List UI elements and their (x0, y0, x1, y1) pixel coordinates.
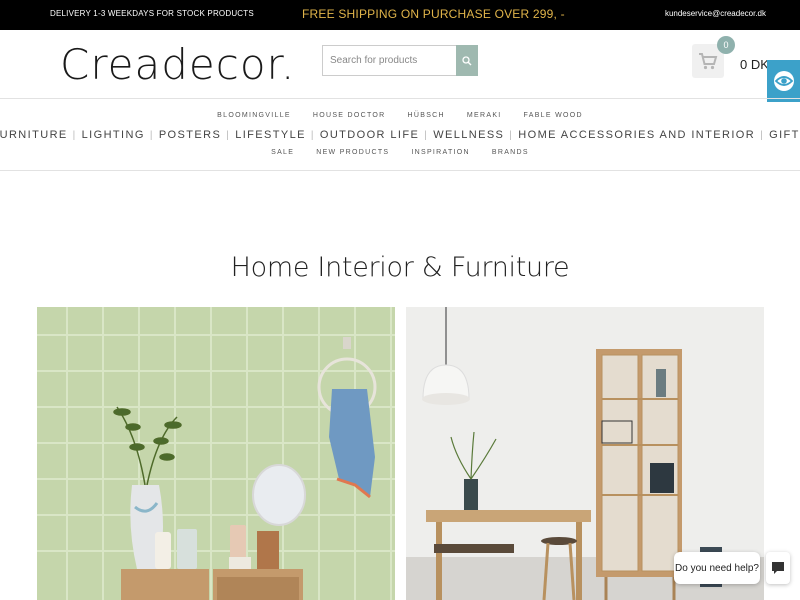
nav-gifts[interactable]: GIFTS (769, 129, 800, 141)
brands-nav: BLOOMINGVILLE HOUSE DOCTOR HÜBSCH MERAKI… (0, 112, 800, 119)
page-title: Home Interior & Furniture (230, 252, 570, 283)
site-logo[interactable]: Creadecor. (60, 40, 295, 89)
nav-brand-meraki[interactable]: MERAKI (467, 112, 502, 119)
nav-brand-hubsch[interactable]: HÜBSCH (408, 112, 445, 119)
nav-furniture[interactable]: FURNITURE (0, 129, 68, 141)
nav-posters[interactable]: POSTERS (159, 129, 221, 141)
nav-brand-bloomingville[interactable]: BLOOMINGVILLE (217, 112, 291, 119)
nav-separator: | (149, 129, 154, 141)
nav-wellness[interactable]: WELLNESS (433, 129, 504, 141)
nav-separator: | (509, 129, 514, 141)
secondary-nav: SALE NEW PRODUCTS INSPIRATION BRANDS (0, 149, 800, 156)
nav-inspiration[interactable]: INSPIRATION (411, 149, 470, 156)
search-button[interactable] (456, 45, 478, 76)
chat-help-bubble[interactable]: Do you need help? (674, 552, 760, 584)
cart-count-badge: 0 (717, 36, 735, 54)
search-input[interactable] (322, 45, 456, 76)
chat-button[interactable] (766, 552, 790, 584)
nav-separator: | (226, 129, 231, 141)
search-icon (462, 55, 472, 65)
nav-home-accessories[interactable]: HOME ACCESSORIES AND INTERIOR (518, 129, 755, 141)
nav-brand-house-doctor[interactable]: HOUSE DOCTOR (313, 112, 386, 119)
hero-image-bathroom[interactable] (37, 307, 395, 600)
search-bar (322, 45, 478, 76)
nav-brand-fable-wood[interactable]: FABLE WOOD (524, 112, 583, 119)
nav-sale[interactable]: SALE (271, 149, 294, 156)
nav-divider (0, 170, 800, 171)
nav-lighting[interactable]: LIGHTING (82, 129, 145, 141)
nav-separator: | (424, 129, 429, 141)
nav-separator: | (72, 129, 77, 141)
nav-lifestyle[interactable]: LIFESTYLE (235, 129, 306, 141)
chat-icon (772, 562, 784, 574)
nav-separator: | (760, 129, 765, 141)
nav-brands[interactable]: BRANDS (492, 149, 529, 156)
accessibility-widget-button[interactable] (767, 60, 800, 102)
free-shipping-banner: FREE SHIPPING ON PURCHASE OVER 299, - (302, 7, 565, 21)
nav-separator: | (310, 129, 315, 141)
header-divider (0, 98, 800, 99)
main-nav: FURNITURE | LIGHTING | POSTERS | LIFESTY… (0, 129, 800, 141)
customer-service-email[interactable]: kundeservice@creadecor.dk (665, 9, 766, 18)
bathroom-scene-image (37, 307, 395, 600)
shopping-cart-icon (699, 53, 718, 70)
nav-outdoor-life[interactable]: OUTDOOR LIFE (320, 129, 419, 141)
delivery-info: DELIVERY 1-3 WEEKDAYS FOR STOCK PRODUCTS (50, 9, 254, 18)
eye-icon (773, 71, 794, 91)
nav-new-products[interactable]: NEW PRODUCTS (316, 149, 389, 156)
top-announcement-bar: DELIVERY 1-3 WEEKDAYS FOR STOCK PRODUCTS… (0, 0, 800, 30)
